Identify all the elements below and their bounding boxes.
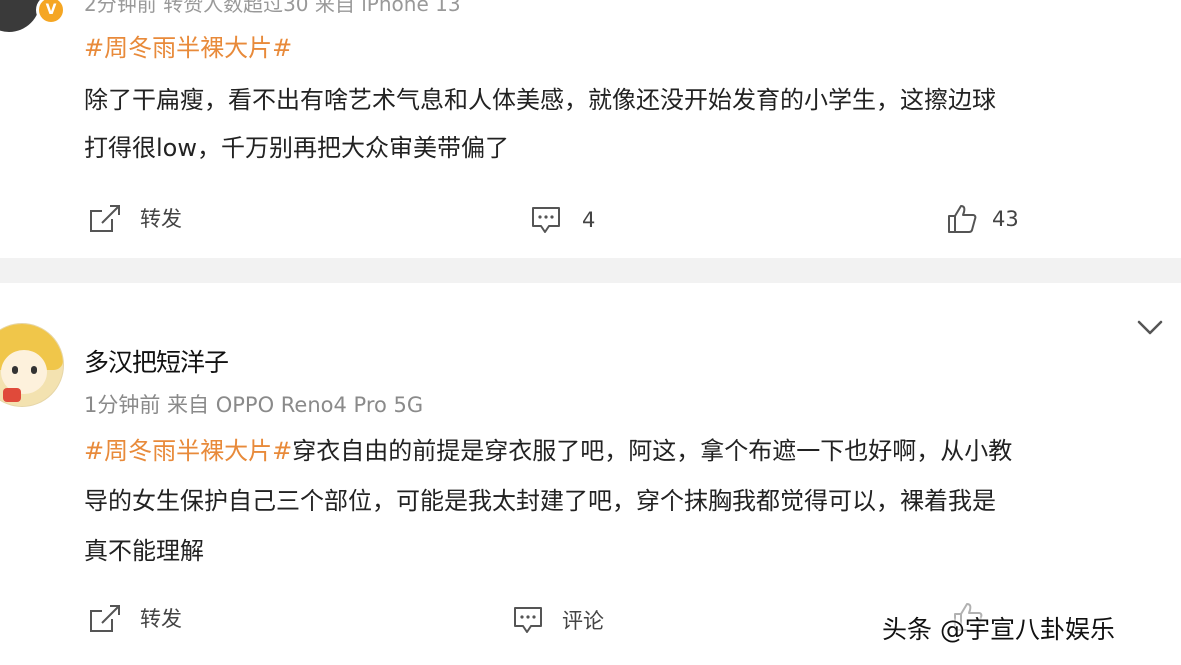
hashtag-link[interactable]: #周冬雨半裸大片# [84, 34, 292, 62]
comment-count: 4 [582, 208, 596, 232]
post-card-1: V 2分钟前 转赞人数超过30 来自 iPhone 13 #周冬雨半裸大片# 除… [0, 0, 1181, 258]
comment-icon [532, 207, 560, 233]
comment-button[interactable]: 评论 [512, 605, 604, 635]
separator [0, 258, 1181, 283]
avatar[interactable] [0, 323, 64, 407]
repost-label: 转发 [140, 207, 182, 231]
avatar[interactable] [0, 0, 40, 32]
watermark: 头条 @宇宣八卦娱乐 [882, 615, 1115, 644]
hashtag[interactable]: #周冬雨半裸大片# [84, 28, 292, 63]
repost-button[interactable]: 转发 [88, 603, 182, 633]
comment-icon [514, 607, 542, 633]
post-text-line: 导的女生保护自己三个部位，可能是我太封建了吧，穿个抹胸我都觉得可以，裸着我是 [84, 487, 996, 515]
like-button[interactable]: 43 [946, 203, 1019, 235]
comment-label: 评论 [562, 609, 604, 633]
username[interactable]: 多汉把短洋子 [84, 343, 229, 379]
repost-button[interactable]: 转发 [88, 203, 182, 233]
post-meta: 2分钟前 转赞人数超过30 来自 iPhone 13 [84, 0, 461, 16]
post-meta: 1分钟前 来自 OPPO Reno4 Pro 5G [84, 393, 424, 417]
post-text-line: 打得很low，千万别再把大众审美带偏了 [84, 134, 509, 162]
repost-icon [90, 605, 120, 632]
hashtag-link[interactable]: #周冬雨半裸大片# [84, 437, 292, 465]
repost-label: 转发 [140, 607, 182, 631]
post-text-line: #周冬雨半裸大片#穿衣自由的前提是穿衣服了吧，阿这，拿个布遮一下也好啊，从小教 [84, 431, 1012, 466]
verified-badge-icon: V [36, 0, 66, 25]
post-card-2: 多汉把短洋子 1分钟前 来自 OPPO Reno4 Pro 5G #周冬雨半裸大… [0, 283, 1181, 665]
like-icon [948, 205, 977, 233]
post-text-line: 除了干扁瘦，看不出有啥艺术气息和人体美感，就像还没开始发育的小学生，这擦边球 [84, 86, 996, 114]
like-count: 43 [992, 207, 1019, 231]
repost-icon [90, 205, 120, 232]
comment-button[interactable]: 4 [530, 205, 595, 235]
post-text: 穿衣自由的前提是穿衣服了吧，阿这，拿个布遮一下也好啊，从小教 [292, 437, 1013, 465]
post-text-line: 真不能理解 [84, 537, 204, 565]
chevron-down-icon[interactable] [1136, 319, 1164, 341]
